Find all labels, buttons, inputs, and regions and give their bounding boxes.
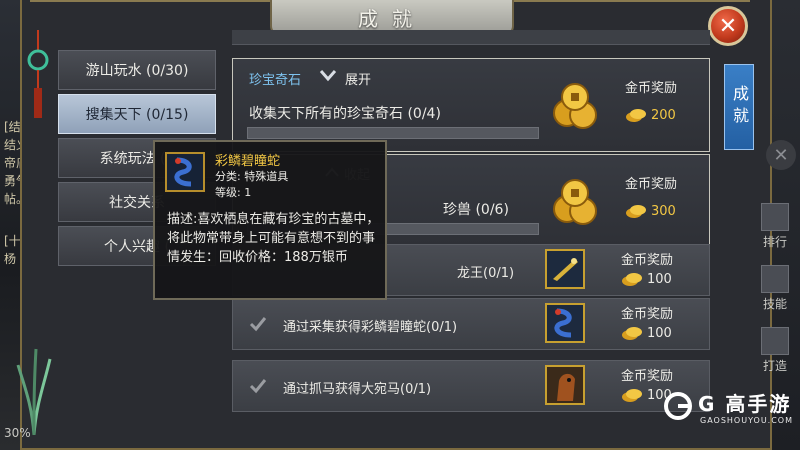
forge-button[interactable]: 打造 xyxy=(752,324,798,374)
reward-value: 300 xyxy=(625,203,676,219)
achievement-card[interactable]: 珍宝奇石 展开 收集天下所有的珍宝奇石 (0/4) 金币奖励 200 xyxy=(232,58,710,152)
item-description: 描述:喜欢栖息在藏有珍宝的古墓中，将此物常带身上可能有意想不到的事情发生：回收价… xyxy=(167,212,380,265)
sidebar-item-label: 搜集天下 (0/15) xyxy=(85,107,189,123)
horse-icon xyxy=(545,365,585,405)
plant-decoration-icon xyxy=(16,348,52,435)
item-category: 分类: 特殊道具 xyxy=(215,170,289,183)
list-top-bar xyxy=(232,30,710,45)
coin-icon xyxy=(622,273,642,286)
tab-achievement[interactable]: 成就 xyxy=(724,64,754,150)
reward-title: 金币奖励 xyxy=(621,307,674,322)
gold-coins-icon xyxy=(553,83,597,129)
item-tooltip: 彩鳞碧瞳蛇 分类: 特殊道具 等级: 1 描述:喜欢栖息在藏有珍宝的古墓中，将此… xyxy=(153,140,387,300)
achievement-row[interactable]: 通过抓马获得大宛马(0/1) 金币奖励 100 xyxy=(232,360,710,412)
ranking-button[interactable]: 排行 xyxy=(752,200,798,250)
sidebar-item-collect[interactable]: 搜集天下 (0/15) xyxy=(58,94,216,134)
gold-coins-icon xyxy=(553,179,597,225)
row-text: 通过抓马获得大宛马(0/1) xyxy=(283,382,432,397)
golden-fish-icon xyxy=(545,249,585,289)
forge-label: 打造 xyxy=(762,359,787,373)
coin-icon xyxy=(622,327,642,340)
reward-value: 100 xyxy=(621,325,672,341)
expand-button[interactable]: 展开 xyxy=(345,69,371,88)
coin-icon xyxy=(626,109,646,122)
forge-icon xyxy=(761,327,789,355)
reward-amount: 200 xyxy=(651,107,676,123)
reward-amount: 100 xyxy=(647,325,672,341)
card-category: 珍宝奇石 xyxy=(249,73,302,88)
row-text: 通过采集获得彩鳞碧瞳蛇(0/1) xyxy=(283,320,458,335)
logo-icon xyxy=(664,392,692,420)
jade-ornament-icon xyxy=(27,30,49,118)
ranking-icon xyxy=(761,203,789,231)
reward-value: 100 xyxy=(621,271,672,287)
skill-button[interactable]: 技能 xyxy=(752,262,798,312)
close-button[interactable]: ✕ xyxy=(708,6,748,46)
reward-amount: 300 xyxy=(651,203,676,219)
close-icon: ✕ xyxy=(718,13,738,39)
reward-value: 200 xyxy=(625,107,676,123)
coin-icon xyxy=(622,389,642,402)
reward-title: 金币奖励 xyxy=(621,369,674,384)
watermark: G 高手游 GAOSHOUYOU.COM xyxy=(664,388,800,438)
achievement-row[interactable]: 通过采集获得彩鳞碧瞳蛇(0/1) 金币奖励 100 xyxy=(232,298,710,350)
chevron-down-icon[interactable] xyxy=(319,68,337,82)
card-description: 珍兽 (0/6) xyxy=(443,202,509,218)
skill-icon xyxy=(761,265,789,293)
sidebar-item-sightseeing[interactable]: 游山玩水 (0/30) xyxy=(58,50,216,90)
card-description: 收集天下所有的珍宝奇石 (0/4) xyxy=(249,106,441,122)
check-icon xyxy=(249,317,267,332)
item-level: 等级: 1 xyxy=(215,186,252,199)
check-icon xyxy=(249,379,267,394)
coin-icon xyxy=(626,205,646,218)
progress-bar xyxy=(247,127,539,139)
snake-icon xyxy=(545,303,585,343)
watermark-sub: GAOSHOUYOU.COM xyxy=(700,416,794,425)
percent-readout: 30% xyxy=(4,426,31,440)
row-text: 龙王(0/1) xyxy=(457,266,515,281)
skill-label: 技能 xyxy=(762,297,787,311)
snake-icon xyxy=(165,152,205,192)
close-icon[interactable]: ✕ xyxy=(766,140,796,170)
reward-title: 金币奖励 xyxy=(621,253,674,268)
item-name: 彩鳞碧瞳蛇 xyxy=(215,154,281,169)
ranking-label: 排行 xyxy=(762,235,787,249)
reward-title: 金币奖励 xyxy=(625,177,678,192)
reward-amount: 100 xyxy=(647,271,672,287)
sidebar-item-label: 游山玩水 (0/30) xyxy=(85,63,189,79)
reward-title: 金币奖励 xyxy=(625,81,678,96)
watermark-text: G 高手游 xyxy=(698,392,792,416)
